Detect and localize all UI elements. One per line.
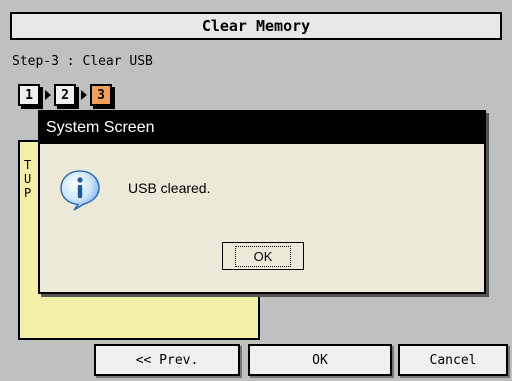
step-2: 2 [54, 84, 76, 106]
step-header: Step-3 : Clear USB [12, 54, 153, 69]
system-dialog: System Screen USB cleared. OK [38, 110, 486, 294]
ok-button[interactable]: OK [248, 344, 392, 376]
dialog-message: USB cleared. [128, 180, 211, 196]
window-title: Clear Memory [10, 12, 502, 40]
cancel-button[interactable]: Cancel [398, 344, 508, 376]
hmi-screen: Clear Memory Step-3 : Clear USB 1 2 3 T … [0, 0, 512, 381]
dialog-title: System Screen [40, 112, 484, 144]
info-panel-text: T U P [24, 158, 32, 200]
step-1: 1 [18, 84, 40, 106]
step-3: 3 [90, 84, 112, 106]
prev-button[interactable]: << Prev. [94, 344, 240, 376]
step-arrow-icon [81, 90, 87, 100]
step-arrow-icon [45, 90, 51, 100]
dialog-ok-label: OK [234, 245, 292, 267]
dialog-ok-button[interactable]: OK [222, 242, 304, 270]
info-icon [60, 170, 100, 211]
